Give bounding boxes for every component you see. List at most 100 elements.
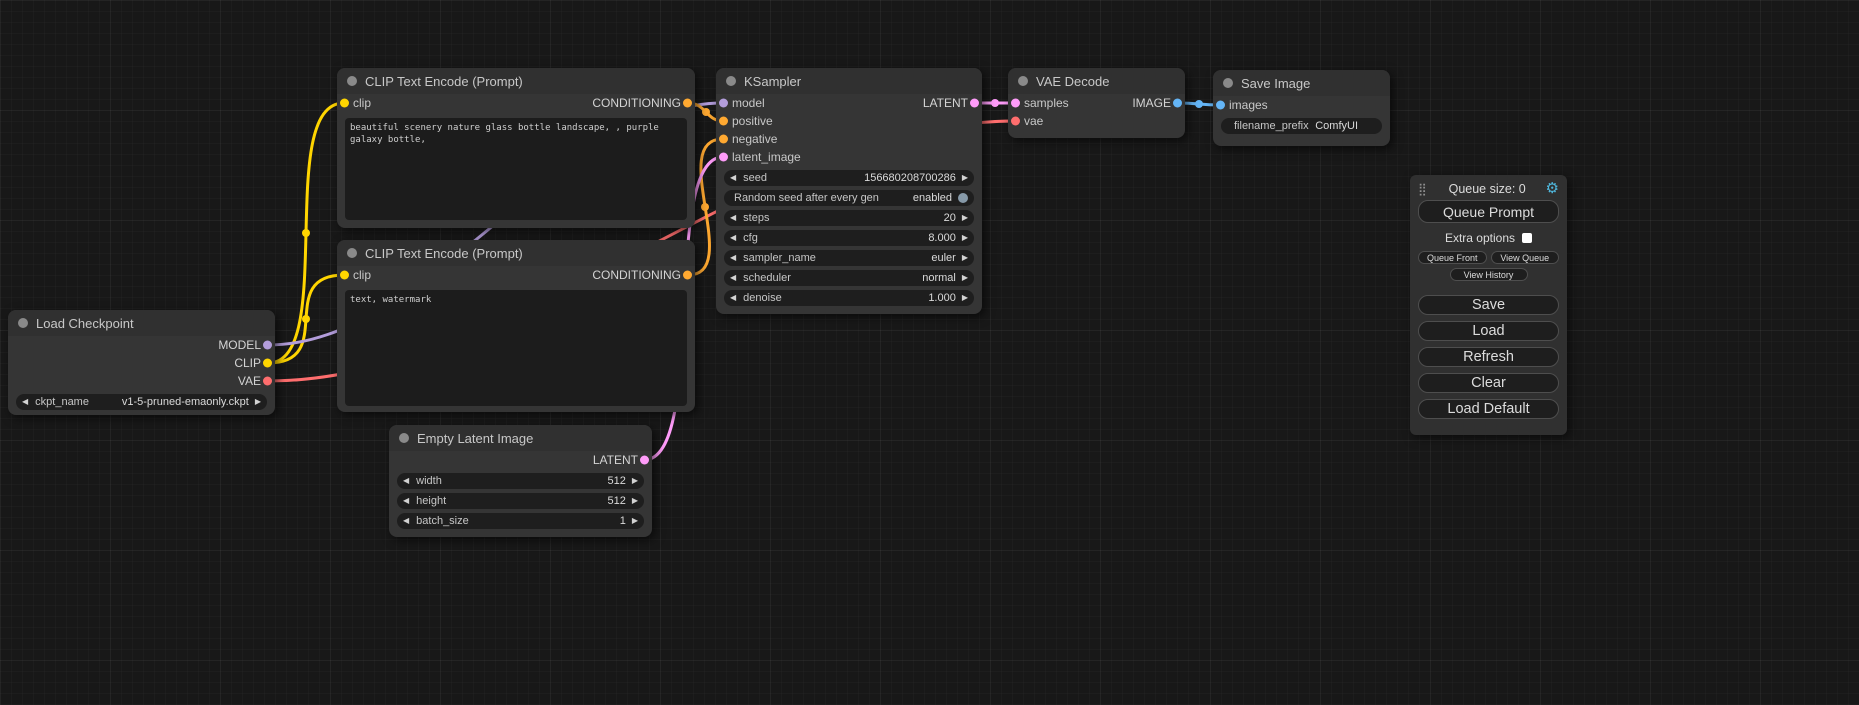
slot-row-samples-image: samples IMAGE bbox=[1008, 94, 1185, 112]
settings-gear-icon[interactable]: ⚙ bbox=[1546, 181, 1559, 196]
input-slot-negative: negative bbox=[716, 130, 982, 148]
model-output-dot[interactable] bbox=[263, 341, 272, 350]
node-empty-latent-image[interactable]: Empty Latent Image LATENT ◀ width 512 ▶ … bbox=[389, 425, 652, 537]
node-title-bar[interactable]: Load Checkpoint bbox=[8, 310, 275, 336]
steps-widget[interactable]: ◀ steps 20 ▶ bbox=[724, 210, 974, 226]
conditioning-output-dot[interactable] bbox=[683, 99, 692, 108]
output-slot-clip: CLIP bbox=[8, 354, 275, 372]
output-slot-vae: VAE bbox=[8, 372, 275, 390]
input-slot-latent-image: latent_image bbox=[716, 148, 982, 166]
model-input-dot[interactable] bbox=[719, 99, 728, 108]
prompt-text-input[interactable]: text, watermark bbox=[345, 290, 687, 406]
node-title-bar[interactable]: Save Image bbox=[1213, 70, 1390, 96]
extra-options-label: Extra options bbox=[1445, 231, 1515, 245]
arrow-right-icon[interactable]: ▶ bbox=[962, 294, 968, 302]
clip-output-dot[interactable] bbox=[263, 359, 272, 368]
drag-handle-icon[interactable]: ⣿ bbox=[1418, 182, 1427, 196]
latent-output-dot[interactable] bbox=[640, 456, 649, 465]
batch-size-widget[interactable]: ◀ batch_size 1 ▶ bbox=[397, 513, 644, 529]
arrow-left-icon[interactable]: ◀ bbox=[730, 234, 736, 242]
collapse-dot-icon[interactable] bbox=[1223, 78, 1233, 88]
output-slot-model: MODEL bbox=[8, 336, 275, 354]
arrow-right-icon[interactable]: ▶ bbox=[962, 274, 968, 282]
seed-widget[interactable]: ◀ seed 156680208700286 ▶ bbox=[724, 170, 974, 186]
input-slot-vae: vae bbox=[1008, 112, 1185, 130]
arrow-left-icon[interactable]: ◀ bbox=[730, 214, 736, 222]
arrow-right-icon[interactable]: ▶ bbox=[632, 517, 638, 525]
collapse-dot-icon[interactable] bbox=[399, 433, 409, 443]
collapse-dot-icon[interactable] bbox=[18, 318, 28, 328]
extra-options-checkbox[interactable] bbox=[1522, 233, 1532, 243]
scheduler-widget[interactable]: ◀ scheduler normal ▶ bbox=[724, 270, 974, 286]
toggle-ball-icon[interactable] bbox=[958, 193, 968, 203]
arrow-right-icon[interactable]: ▶ bbox=[962, 214, 968, 222]
node-clip-text-encode-positive[interactable]: CLIP Text Encode (Prompt) clip CONDITION… bbox=[337, 68, 695, 228]
prompt-text-input[interactable]: beautiful scenery nature glass bottle la… bbox=[345, 118, 687, 220]
slot-row-model-latent: model LATENT bbox=[716, 94, 982, 112]
arrow-right-icon[interactable]: ▶ bbox=[632, 477, 638, 485]
wire-midpoint-dot bbox=[302, 315, 310, 323]
node-title-bar[interactable]: CLIP Text Encode (Prompt) bbox=[337, 240, 695, 266]
arrow-left-icon[interactable]: ◀ bbox=[730, 254, 736, 262]
arrow-left-icon[interactable]: ◀ bbox=[403, 497, 409, 505]
samples-input-dot[interactable] bbox=[1011, 99, 1020, 108]
positive-input-dot[interactable] bbox=[719, 117, 728, 126]
view-history-button[interactable]: View History bbox=[1450, 268, 1528, 281]
latent-output-dot[interactable] bbox=[970, 99, 979, 108]
arrow-right-icon[interactable]: ▶ bbox=[962, 254, 968, 262]
vae-input-dot[interactable] bbox=[1011, 117, 1020, 126]
queue-front-button[interactable]: Queue Front bbox=[1418, 251, 1487, 264]
clip-input-dot[interactable] bbox=[340, 99, 349, 108]
width-widget[interactable]: ◀ width 512 ▶ bbox=[397, 473, 644, 489]
denoise-widget[interactable]: ◀ denoise 1.000 ▶ bbox=[724, 290, 974, 306]
arrow-left-icon[interactable]: ◀ bbox=[730, 274, 736, 282]
node-save-image[interactable]: Save Image images filename_prefix ComfyU… bbox=[1213, 70, 1390, 146]
images-input-dot[interactable] bbox=[1216, 101, 1225, 110]
latent-image-input-dot[interactable] bbox=[719, 153, 728, 162]
queue-prompt-button[interactable]: Queue Prompt bbox=[1418, 200, 1559, 223]
graph-canvas[interactable]: Load Checkpoint MODEL CLIP VAE ◀ ckpt_na… bbox=[0, 0, 1859, 705]
save-button[interactable]: Save bbox=[1418, 295, 1559, 315]
collapse-dot-icon[interactable] bbox=[347, 76, 357, 86]
node-title-bar[interactable]: VAE Decode bbox=[1008, 68, 1185, 94]
node-title: Save Image bbox=[1241, 76, 1310, 91]
node-load-checkpoint[interactable]: Load Checkpoint MODEL CLIP VAE ◀ ckpt_na… bbox=[8, 310, 275, 415]
arrow-right-icon[interactable]: ▶ bbox=[255, 398, 261, 406]
node-vae-decode[interactable]: VAE Decode samples IMAGE vae bbox=[1008, 68, 1185, 138]
clear-button[interactable]: Clear bbox=[1418, 373, 1559, 393]
node-title: Load Checkpoint bbox=[36, 316, 134, 331]
random-seed-toggle-widget[interactable]: Random seed after every gen enabled bbox=[724, 190, 974, 206]
collapse-dot-icon[interactable] bbox=[347, 248, 357, 258]
sampler-name-widget[interactable]: ◀ sampler_name euler ▶ bbox=[724, 250, 974, 266]
cfg-widget[interactable]: ◀ cfg 8.000 ▶ bbox=[724, 230, 974, 246]
negative-input-dot[interactable] bbox=[719, 135, 728, 144]
arrow-right-icon[interactable]: ▶ bbox=[962, 174, 968, 182]
collapse-dot-icon[interactable] bbox=[1018, 76, 1028, 86]
arrow-left-icon[interactable]: ◀ bbox=[22, 398, 28, 406]
refresh-button[interactable]: Refresh bbox=[1418, 347, 1559, 367]
node-ksampler[interactable]: KSampler model LATENT positive negative … bbox=[716, 68, 982, 314]
arrow-left-icon[interactable]: ◀ bbox=[730, 294, 736, 302]
arrow-right-icon[interactable]: ▶ bbox=[962, 234, 968, 242]
menu-header: ⣿ Queue size: 0 ⚙ bbox=[1418, 181, 1559, 196]
image-output-dot[interactable] bbox=[1173, 99, 1182, 108]
node-title-bar[interactable]: CLIP Text Encode (Prompt) bbox=[337, 68, 695, 94]
arrow-right-icon[interactable]: ▶ bbox=[632, 497, 638, 505]
load-button[interactable]: Load bbox=[1418, 321, 1559, 341]
filename-prefix-widget[interactable]: filename_prefix ComfyUI bbox=[1221, 118, 1382, 134]
node-clip-text-encode-negative[interactable]: CLIP Text Encode (Prompt) clip CONDITION… bbox=[337, 240, 695, 412]
ckpt-name-widget[interactable]: ◀ ckpt_name v1-5-pruned-emaonly.ckpt ▶ bbox=[16, 394, 267, 410]
arrow-left-icon[interactable]: ◀ bbox=[403, 517, 409, 525]
conditioning-output-dot[interactable] bbox=[683, 271, 692, 280]
node-title-bar[interactable]: KSampler bbox=[716, 68, 982, 94]
vae-output-dot[interactable] bbox=[263, 377, 272, 386]
collapse-dot-icon[interactable] bbox=[726, 76, 736, 86]
arrow-left-icon[interactable]: ◀ bbox=[730, 174, 736, 182]
clip-input-dot[interactable] bbox=[340, 271, 349, 280]
height-widget[interactable]: ◀ height 512 ▶ bbox=[397, 493, 644, 509]
queue-menu-panel: ⣿ Queue size: 0 ⚙ Queue Prompt Extra opt… bbox=[1410, 175, 1567, 435]
view-queue-button[interactable]: View Queue bbox=[1491, 251, 1560, 264]
node-title-bar[interactable]: Empty Latent Image bbox=[389, 425, 652, 451]
arrow-left-icon[interactable]: ◀ bbox=[403, 477, 409, 485]
load-default-button[interactable]: Load Default bbox=[1418, 399, 1559, 419]
